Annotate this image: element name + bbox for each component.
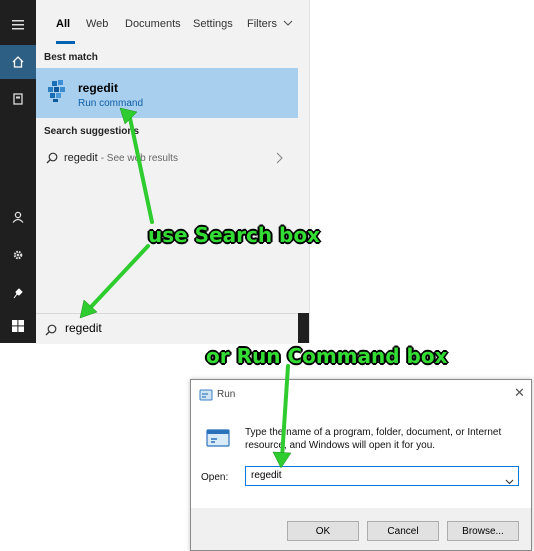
annotation-run-command-box: or Run Command box <box>206 344 448 368</box>
arrow-to-search-box <box>88 244 150 310</box>
annotation-use-search-box: use Search box <box>148 223 321 247</box>
annotation-arrows <box>79 107 292 469</box>
arrowhead-run-input <box>272 451 292 469</box>
arrow-to-best-match <box>128 116 154 224</box>
arrow-to-run-input <box>280 364 290 460</box>
arrowhead-best-match <box>119 107 138 125</box>
